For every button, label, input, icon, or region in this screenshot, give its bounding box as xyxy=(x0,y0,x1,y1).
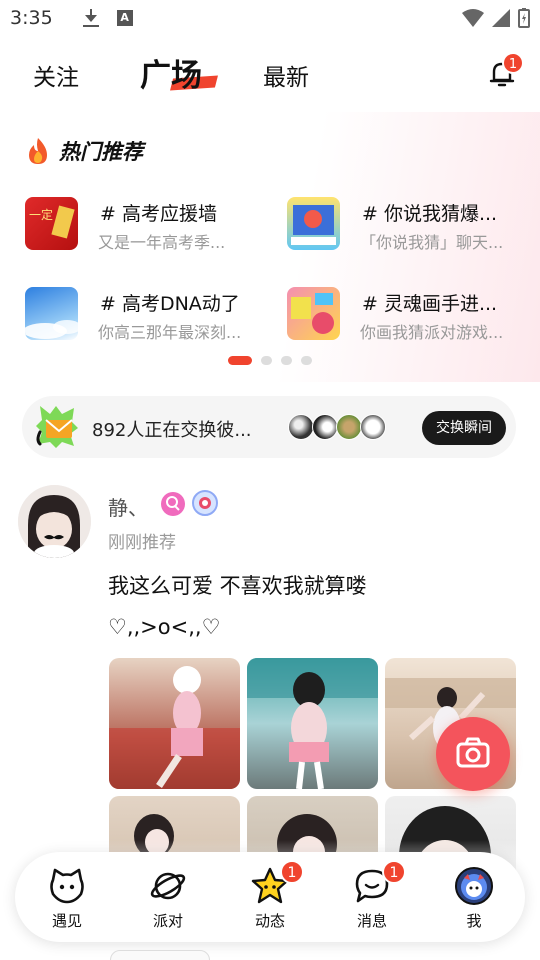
moments-badge: 1 xyxy=(280,860,304,884)
post-author-avatar[interactable] xyxy=(18,485,91,558)
hot-topic-item[interactable]: # 你说我猜爆... 「你说我猜」聊天... xyxy=(287,197,537,253)
exchange-text: 892人正在交换彼... xyxy=(92,420,252,441)
post-text-emoticon: ♡,,>o<,,♡ xyxy=(108,615,221,639)
topic-title: # 你说我猜爆... xyxy=(362,203,498,225)
hot-title: 热门推荐 xyxy=(25,136,143,166)
nav-label: 动态 xyxy=(254,912,285,930)
post-text: 我这么可爱 不喜欢我就算喽 xyxy=(108,574,367,598)
carousel-indicator xyxy=(228,356,312,365)
exchange-avatars xyxy=(288,414,386,440)
avatar xyxy=(336,414,362,440)
topic-title: # 高考DNA动了 xyxy=(100,293,240,315)
camera-icon xyxy=(456,737,490,768)
download-icon xyxy=(82,9,99,27)
hot-topic-item[interactable]: 一定 # 高考应援墙 又是一年高考季... xyxy=(25,197,275,253)
nav-item-meet[interactable]: 遇见 xyxy=(27,852,107,942)
tab-square-label: 广场 xyxy=(140,58,202,94)
hot-topic-item[interactable]: # 灵魂画手进... 你画我猜派对游戏... xyxy=(287,287,537,343)
female-gender-icon xyxy=(161,492,185,516)
topic-title: # 高考应援墙 xyxy=(100,203,217,225)
nav-item-messages[interactable]: 1 消息 xyxy=(332,852,412,942)
post-time: 刚刚推荐 xyxy=(108,533,176,553)
hot-title-label: 热门推荐 xyxy=(59,140,143,164)
status-time: 3:35 xyxy=(10,7,53,29)
hot-topic-item[interactable]: # 高考DNA动了 你高三那年最深刻... xyxy=(25,287,275,343)
moment-exchange-banner[interactable]: 892人正在交换彼... 交换瞬间 xyxy=(22,396,516,458)
tab-latest[interactable]: 最新 xyxy=(263,58,309,92)
post-photo[interactable] xyxy=(247,658,378,789)
topic-title: # 灵魂画手进... xyxy=(362,293,498,315)
topic-thumbnail xyxy=(287,197,340,250)
carousel-dot[interactable] xyxy=(281,356,292,365)
topic-subtitle: 又是一年高考季... xyxy=(98,233,226,252)
avatar xyxy=(360,414,386,440)
cat-face-icon xyxy=(50,868,84,904)
avatar xyxy=(288,414,314,440)
topic-thumbnail xyxy=(25,287,78,340)
nav-item-me[interactable]: 我 xyxy=(434,852,514,942)
topic-subtitle: 「你说我猜」聊天... xyxy=(360,233,504,252)
topic-thumbnail: 一定 xyxy=(25,197,78,250)
level-badge-icon xyxy=(192,490,218,516)
topic-subtitle: 你高三那年最深刻... xyxy=(98,323,242,342)
signal-icon xyxy=(492,9,510,27)
user-avatar-icon xyxy=(455,867,493,905)
avatar xyxy=(312,414,338,440)
nav-label: 我 xyxy=(466,912,482,930)
svg-text:一定: 一定 xyxy=(29,207,53,222)
a-notification-icon: A xyxy=(116,10,133,26)
exchange-moment-button[interactable]: 交换瞬间 xyxy=(422,411,506,445)
flame-icon xyxy=(29,138,47,164)
partial-next-element xyxy=(110,950,210,960)
tab-square[interactable]: 广场 xyxy=(140,50,218,95)
status-bar: 3:35 A xyxy=(0,0,540,36)
carousel-dot[interactable] xyxy=(228,356,252,365)
nav-item-party[interactable]: 派对 xyxy=(128,852,208,942)
nav-label: 遇见 xyxy=(51,912,82,930)
post-photo[interactable] xyxy=(109,658,240,789)
envelope-icon xyxy=(36,406,78,448)
notification-badge: 1 xyxy=(502,52,524,74)
bottom-navigation: 遇见 派对 1 动态 1 消息 我 xyxy=(15,852,525,942)
carousel-dot[interactable] xyxy=(261,356,272,365)
wifi-icon xyxy=(462,9,484,27)
nav-item-moments[interactable]: 1 动态 xyxy=(230,852,310,942)
nav-label: 消息 xyxy=(356,912,387,930)
planet-icon xyxy=(150,872,186,900)
notification-bell-button[interactable]: 1 xyxy=(486,52,524,90)
hot-recommend-panel: 热门推荐 一定 # 高考应援墙 又是一年高考季... # 你说我猜爆... 「你… xyxy=(0,112,540,382)
messages-badge: 1 xyxy=(382,860,406,884)
carousel-dot[interactable] xyxy=(301,356,312,365)
nav-label: 派对 xyxy=(152,912,183,930)
tab-follow[interactable]: 关注 xyxy=(33,58,79,92)
topic-subtitle: 你画我猜派对游戏... xyxy=(360,323,504,342)
top-tab-bar: 关注 广场 最新 1 xyxy=(0,50,540,100)
post-username[interactable]: 静、 xyxy=(108,492,148,521)
topic-thumbnail xyxy=(287,287,340,340)
battery-icon xyxy=(518,8,530,28)
camera-post-button[interactable] xyxy=(436,717,510,791)
